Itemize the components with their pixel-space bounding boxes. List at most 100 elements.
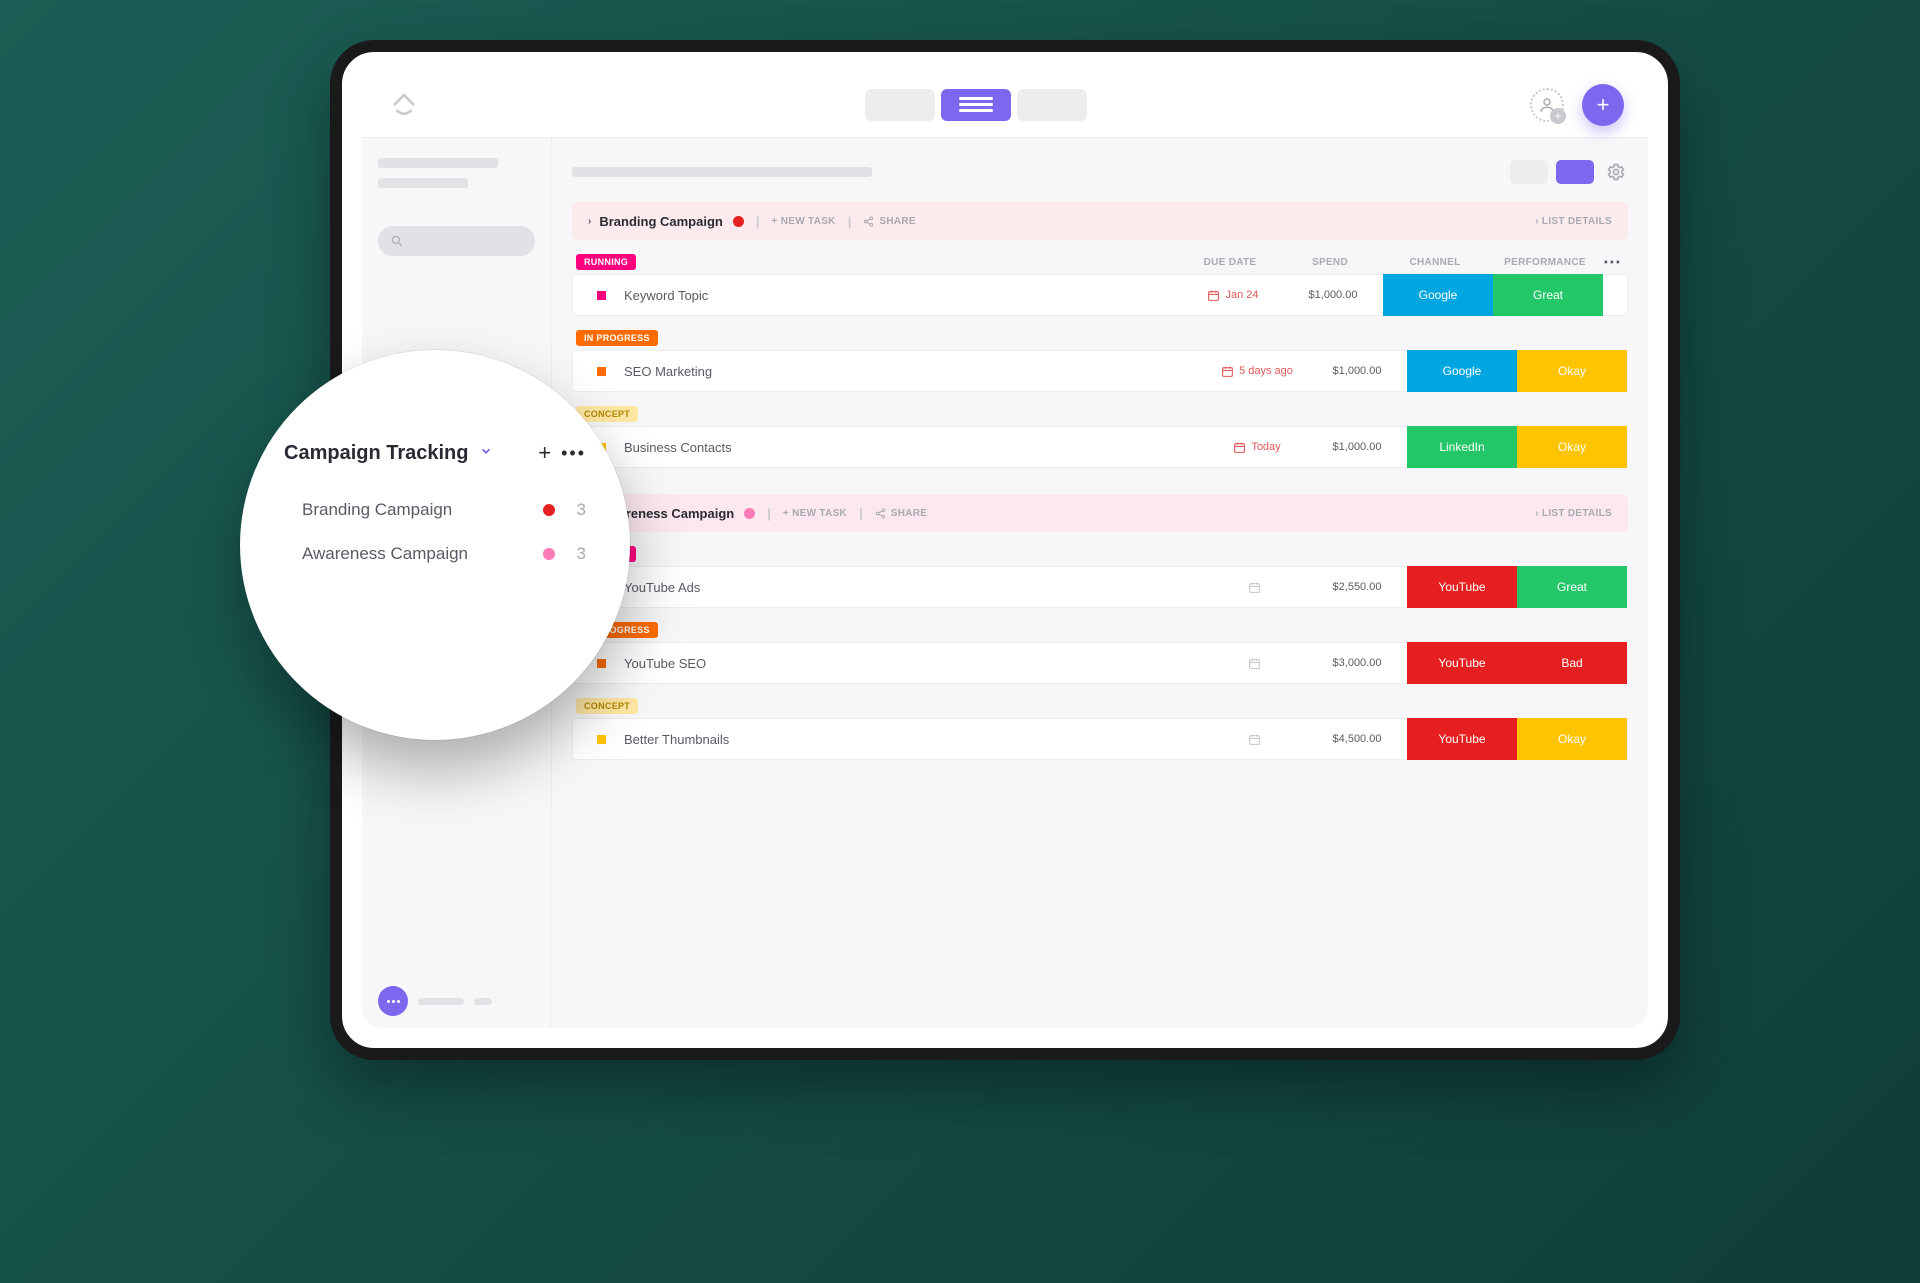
spend-cell[interactable]: $1,000.00 [1283, 274, 1383, 316]
task-name: Better Thumbnails [624, 732, 1207, 747]
task-row[interactable]: Keyword TopicJan 24$1,000.00GoogleGreat [572, 274, 1628, 316]
task-name: Business Contacts [624, 440, 1207, 455]
status-header: CONCEPT [572, 406, 1628, 422]
search-icon [390, 234, 404, 248]
performance-tag[interactable]: Bad [1517, 642, 1627, 684]
main-content: ›Branding Campaign|+ NEW TASK| SHARE› LI… [552, 138, 1648, 1028]
calendar-icon [1248, 581, 1261, 594]
task-row[interactable]: Better Thumbnails $4,500.00YouTubeOkay [572, 718, 1628, 760]
spend-cell[interactable]: $1,000.00 [1307, 426, 1407, 468]
task-row[interactable]: Business ContactsToday$1,000.00LinkedInO… [572, 426, 1628, 468]
status-header: IN PROGRESS [572, 622, 1628, 638]
gear-icon [1606, 162, 1626, 182]
search-input[interactable] [378, 226, 535, 256]
settings-button[interactable] [1604, 160, 1628, 184]
spend-cell[interactable]: $4,500.00 [1307, 718, 1407, 760]
invite-user-button[interactable]: + [1530, 88, 1564, 122]
header-toggle-2[interactable] [1556, 160, 1594, 184]
task-name: YouTube Ads [624, 580, 1207, 595]
performance-tag[interactable]: Okay [1517, 350, 1627, 392]
column-header-spend[interactable]: SPEND [1280, 257, 1380, 268]
channel-tag[interactable]: YouTube [1407, 642, 1517, 684]
list-color-dot [543, 504, 555, 516]
view-option-list[interactable] [941, 89, 1011, 121]
view-option-3[interactable] [1017, 89, 1087, 121]
column-header-channel[interactable]: CHANNEL [1380, 257, 1490, 268]
task-name: Keyword Topic [624, 288, 1183, 303]
calendar-icon [1248, 657, 1261, 670]
channel-tag[interactable]: Google [1383, 274, 1493, 316]
performance-tag[interactable]: Okay [1517, 718, 1627, 760]
task-row[interactable]: SEO Marketing5 days ago$1,000.00GoogleOk… [572, 350, 1628, 392]
list-details-button[interactable]: › LIST DETAILS [1535, 508, 1612, 519]
task-row[interactable]: YouTube Ads $2,550.00YouTubeGreat [572, 566, 1628, 608]
status-badge[interactable]: IN PROGRESS [576, 330, 658, 346]
list-group-header[interactable]: ›Awareness Campaign|+ NEW TASK| SHARE› L… [572, 494, 1628, 532]
create-button[interactable]: + [1582, 84, 1624, 126]
list-name: Branding Campaign [284, 500, 543, 520]
group-color-dot [744, 508, 755, 519]
task-row[interactable]: YouTube SEO$3,000.00YouTubeBad [572, 642, 1628, 684]
add-list-button[interactable]: + [538, 440, 551, 466]
sidebar-placeholder [474, 998, 492, 1005]
spend-cell[interactable]: $1,000.00 [1307, 350, 1407, 392]
topbar: + + [362, 72, 1648, 138]
spend-cell[interactable]: $2,550.00 [1307, 566, 1407, 608]
status-header: RUNNINGDUE DATESPENDCHANNELPERFORMANCE⋯ [572, 254, 1628, 270]
status-header: CONCEPT [572, 698, 1628, 714]
share-icon [875, 508, 886, 519]
breadcrumb-placeholder [572, 167, 872, 177]
calendar-icon [1248, 733, 1261, 746]
due-date-cell[interactable] [1207, 718, 1307, 760]
due-date-cell[interactable]: Jan 24 [1183, 274, 1283, 316]
performance-tag[interactable]: Great [1517, 566, 1627, 608]
due-date-cell[interactable]: 5 days ago [1207, 350, 1307, 392]
status-bullet[interactable] [597, 367, 606, 376]
sidebar-placeholder [418, 998, 464, 1005]
app-logo[interactable] [386, 87, 422, 123]
chat-button[interactable] [378, 986, 408, 1016]
performance-tag[interactable]: Okay [1517, 426, 1627, 468]
status-bullet[interactable] [597, 735, 606, 744]
sidebar-list-item[interactable]: Awareness Campaign 3 [284, 532, 586, 576]
column-header-performance[interactable]: PERFORMANCE [1490, 257, 1600, 268]
share-button[interactable]: SHARE [863, 216, 916, 227]
group-title: Branding Campaign [599, 214, 723, 229]
spend-cell[interactable]: $3,000.00 [1307, 642, 1407, 684]
header-toggle-1[interactable] [1510, 160, 1548, 184]
list-count: 3 [577, 544, 586, 564]
view-option-1[interactable] [865, 89, 935, 121]
calendar-icon [1221, 365, 1234, 378]
status-badge[interactable]: CONCEPT [576, 406, 638, 422]
status-bullet[interactable] [597, 659, 606, 668]
calendar-icon [1207, 289, 1220, 302]
column-header-due[interactable]: DUE DATE [1180, 257, 1280, 268]
due-date-cell[interactable] [1207, 642, 1307, 684]
chevron-right-icon: › [588, 216, 591, 227]
due-date-cell[interactable]: Today [1207, 426, 1307, 468]
chevron-down-icon[interactable] [479, 444, 493, 463]
performance-tag[interactable]: Great [1493, 274, 1603, 316]
new-task-button[interactable]: + NEW TASK [772, 216, 836, 227]
group-color-dot [733, 216, 744, 227]
sidebar-zoom-overlay: Campaign Tracking + ••• Branding Campaig… [240, 350, 630, 740]
channel-tag[interactable]: LinkedIn [1407, 426, 1517, 468]
channel-tag[interactable]: Google [1407, 350, 1517, 392]
sidebar-placeholder [378, 158, 498, 168]
status-badge[interactable]: RUNNING [576, 254, 636, 270]
status-bullet[interactable] [597, 291, 606, 300]
new-task-button[interactable]: + NEW TASK [783, 508, 847, 519]
list-details-button[interactable]: › LIST DETAILS [1535, 216, 1612, 227]
view-switcher [865, 89, 1087, 121]
share-button[interactable]: SHARE [875, 508, 928, 519]
due-date-cell[interactable] [1207, 566, 1307, 608]
share-icon [863, 216, 874, 227]
channel-tag[interactable]: YouTube [1407, 718, 1517, 760]
list-name: Awareness Campaign [284, 544, 543, 564]
status-badge[interactable]: CONCEPT [576, 698, 638, 714]
list-group-header[interactable]: ›Branding Campaign|+ NEW TASK| SHARE› LI… [572, 202, 1628, 240]
zoom-folder-title[interactable]: Campaign Tracking [284, 442, 469, 465]
folder-more-button[interactable]: ••• [561, 443, 586, 464]
channel-tag[interactable]: YouTube [1407, 566, 1517, 608]
sidebar-list-item[interactable]: Branding Campaign3 [284, 488, 586, 532]
